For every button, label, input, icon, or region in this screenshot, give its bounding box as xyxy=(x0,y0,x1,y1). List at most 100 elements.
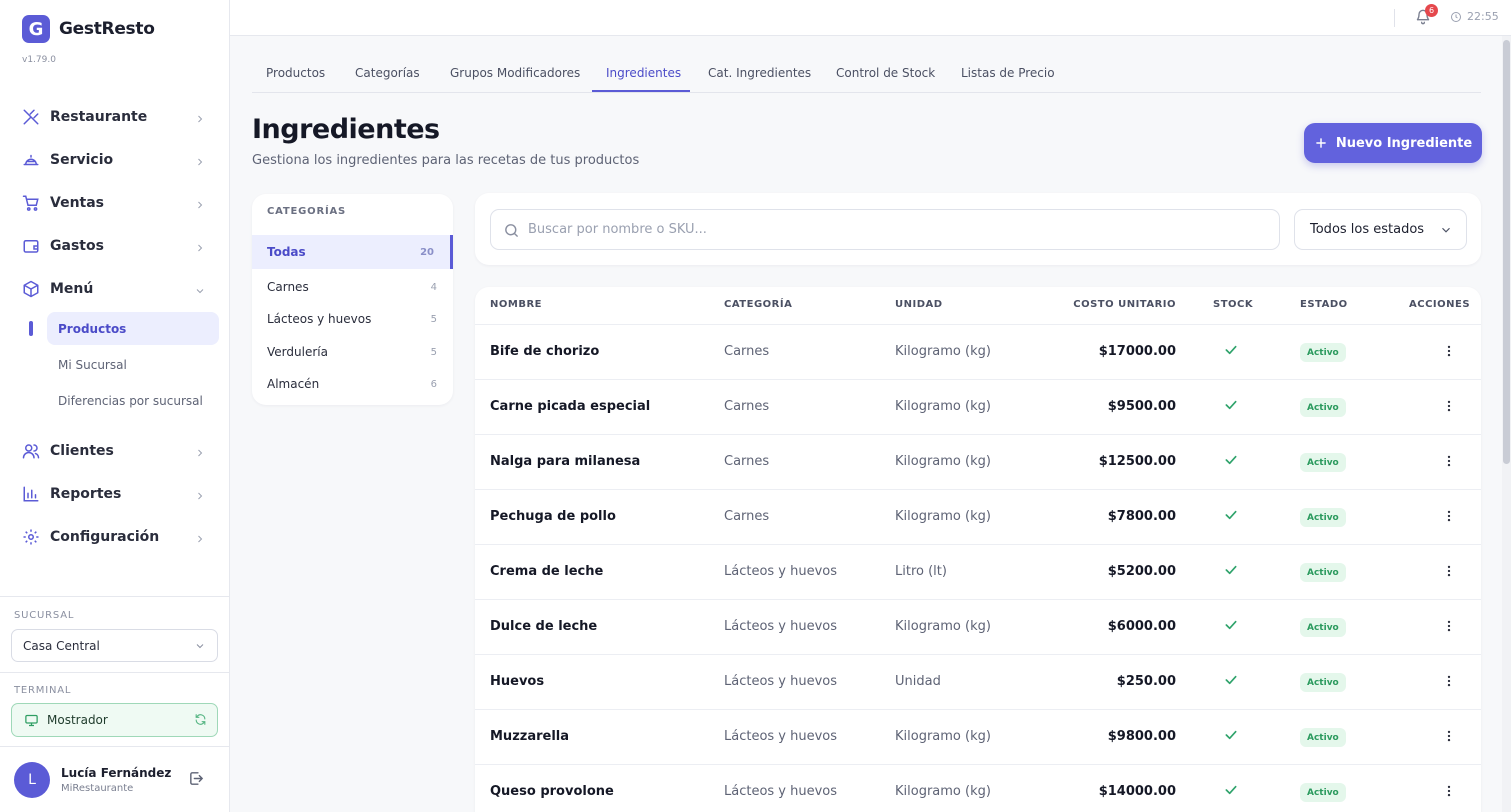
sucursal-select[interactable]: Casa Central xyxy=(11,629,218,662)
check-icon xyxy=(1223,672,1239,692)
column-header-category[interactable]: CATEGORÍA xyxy=(724,299,792,310)
category-item[interactable]: Lácteos y huevos 5 xyxy=(252,302,453,336)
page-title: Ingredientes xyxy=(252,114,440,145)
terminal-value: Mostrador xyxy=(47,713,108,727)
table-row[interactable]: Huevos Lácteos y huevos Unidad $250.00 Activ… xyxy=(475,654,1481,709)
table-row[interactable]: Pechuga de pollo Carnes Kilogramo (kg) $780… xyxy=(475,489,1481,544)
utensils-icon xyxy=(22,108,40,126)
clock: 22:55 xyxy=(1450,10,1499,23)
sub-item-mi-sucursal[interactable]: Mi Sucursal xyxy=(47,348,219,381)
table-row[interactable]: Bife de chorizo Carnes Kilogramo (kg) $1700… xyxy=(475,324,1481,379)
ingredient-cost: $17000.00 xyxy=(1098,344,1176,359)
ingredient-unit: Kilogramo (kg) xyxy=(895,619,991,634)
tab-cat-ingredientes[interactable]: Cat. Ingredientes xyxy=(708,66,811,80)
logout-icon[interactable] xyxy=(188,770,205,791)
more-vertical-icon[interactable] xyxy=(1442,508,1456,528)
status-badge: Activo xyxy=(1300,618,1346,637)
app-logo[interactable]: G GestResto xyxy=(22,15,155,43)
logo-icon: G xyxy=(22,15,50,43)
nav-clientes[interactable]: Clientes xyxy=(10,434,218,468)
category-item[interactable]: Verdulería 5 xyxy=(252,335,453,369)
ingredient-category: Carnes xyxy=(724,509,770,524)
nav-label: Ventas xyxy=(50,195,105,211)
nav-servicio[interactable]: Servicio xyxy=(10,143,218,177)
chevron-right-icon xyxy=(194,444,206,463)
tab-categorias[interactable]: Categorías xyxy=(355,66,420,80)
ingredient-unit: Kilogramo (kg) xyxy=(895,509,991,524)
chevron-down-icon xyxy=(194,282,206,301)
more-vertical-icon[interactable] xyxy=(1442,783,1456,803)
search-field[interactable] xyxy=(490,209,1280,250)
ingredient-unit: Unidad xyxy=(895,674,941,689)
nav-restaurante[interactable]: Restaurante xyxy=(10,100,218,134)
monitor-icon xyxy=(24,713,39,728)
more-vertical-icon[interactable] xyxy=(1442,453,1456,473)
table-row[interactable]: Carne picada especial Carnes Kilogramo (kg… xyxy=(475,379,1481,434)
nav-menu[interactable]: Menú xyxy=(10,272,218,306)
more-vertical-icon[interactable] xyxy=(1442,728,1456,748)
new-ingredient-button[interactable]: Nuevo Ingrediente xyxy=(1304,123,1482,163)
table-row[interactable]: Queso provolone Lácteos y huevos Kilogramo… xyxy=(475,764,1481,812)
column-header-unit[interactable]: UNIDAD xyxy=(895,299,943,310)
plus-icon xyxy=(1314,136,1328,150)
ingredient-unit: Kilogramo (kg) xyxy=(895,454,991,469)
status-badge: Activo xyxy=(1300,398,1346,417)
clock-time: 22:55 xyxy=(1467,10,1499,23)
check-icon xyxy=(1223,562,1239,582)
search-input[interactable] xyxy=(528,222,1268,237)
topbar: 6 22:55 xyxy=(230,0,1511,36)
nav-label: Gastos xyxy=(50,238,104,254)
sucursal-value: Casa Central xyxy=(23,638,100,653)
chevron-right-icon xyxy=(194,487,206,506)
ingredient-name: Nalga para milanesa xyxy=(490,454,641,469)
category-item[interactable]: Carnes 4 xyxy=(252,270,453,304)
tab-listas-precio[interactable]: Listas de Precio xyxy=(961,66,1055,80)
tab-grupos-modificadores[interactable]: Grupos Modificadores xyxy=(450,66,580,80)
scrollbar-thumb[interactable] xyxy=(1503,40,1510,464)
chevron-right-icon xyxy=(194,196,206,215)
status-filter-select[interactable]: Todos los estados xyxy=(1294,209,1467,250)
nav-reportes[interactable]: Reportes xyxy=(10,477,218,511)
refresh-icon[interactable] xyxy=(194,713,207,729)
category-item[interactable]: Almacén 6 xyxy=(252,367,453,401)
nav-ventas[interactable]: Ventas xyxy=(10,186,218,220)
page-subtitle: Gestiona los ingredientes para las recet… xyxy=(252,153,640,168)
sub-item-productos[interactable]: Productos xyxy=(47,312,219,345)
column-header-cost[interactable]: COSTO UNITARIO xyxy=(1073,299,1176,310)
nav-label: Clientes xyxy=(50,443,114,459)
ingredient-category: Carnes xyxy=(724,454,770,469)
tab-ingredientes[interactable]: Ingredientes xyxy=(606,66,681,80)
nav-gastos[interactable]: Gastos xyxy=(10,229,218,263)
nav-label: Configuración xyxy=(50,529,160,545)
sub-item-diferencias[interactable]: Diferencias por sucursal xyxy=(47,384,219,417)
nav-label: Restaurante xyxy=(50,109,148,125)
ingredient-category: Lácteos y huevos xyxy=(724,619,838,634)
more-vertical-icon[interactable] xyxy=(1442,618,1456,638)
more-vertical-icon[interactable] xyxy=(1442,343,1456,363)
cart-icon xyxy=(22,194,40,212)
chevron-right-icon xyxy=(194,110,206,129)
chevron-right-icon xyxy=(194,239,206,258)
more-vertical-icon[interactable] xyxy=(1442,398,1456,418)
gear-icon xyxy=(22,528,40,546)
ingredient-unit: Kilogramo (kg) xyxy=(895,399,991,414)
table-row[interactable]: Nalga para milanesa Carnes Kilogramo (kg) $… xyxy=(475,434,1481,489)
nav-configuracion[interactable]: Configuración xyxy=(10,520,218,554)
more-vertical-icon[interactable] xyxy=(1442,563,1456,583)
status-badge: Activo xyxy=(1300,508,1346,527)
tab-productos[interactable]: Productos xyxy=(266,66,325,80)
avatar[interactable]: L xyxy=(14,762,50,798)
table-row[interactable]: Muzzarella Lácteos y huevos Kilogramo (kg)… xyxy=(475,709,1481,764)
category-count: 4 xyxy=(430,281,437,293)
column-header-name[interactable]: NOMBRE xyxy=(490,299,542,310)
column-header-status: ESTADO xyxy=(1300,299,1348,310)
status-badge: Activo xyxy=(1300,563,1346,582)
tab-control-stock[interactable]: Control de Stock xyxy=(836,66,935,80)
ingredient-category: Carnes xyxy=(724,344,770,359)
category-item[interactable]: Todas 20 xyxy=(252,235,453,269)
table-row[interactable]: Crema de leche Lácteos y huevos Litro (lt)… xyxy=(475,544,1481,599)
terminal-select[interactable]: Mostrador xyxy=(11,703,218,737)
table-row[interactable]: Dulce de leche Lácteos y huevos Kilogramo … xyxy=(475,599,1481,654)
more-vertical-icon[interactable] xyxy=(1442,673,1456,693)
nav-label: Menú xyxy=(50,281,94,297)
